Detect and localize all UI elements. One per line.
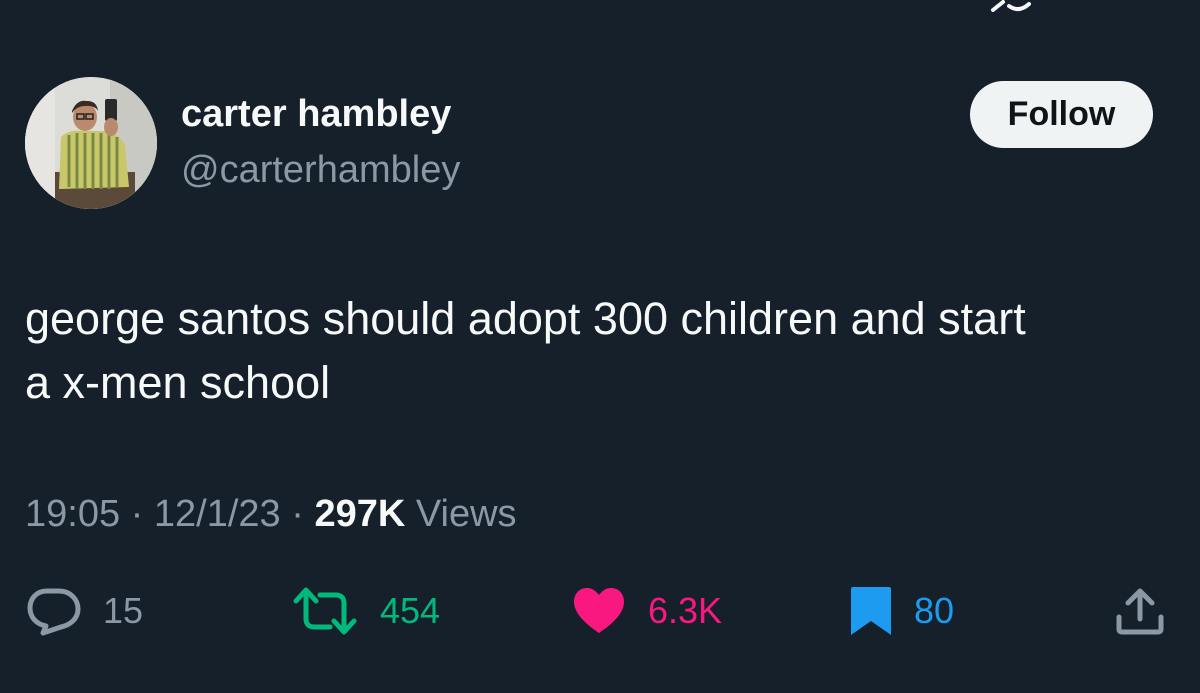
tweet-date[interactable]: 12/1/23 bbox=[154, 493, 281, 535]
author-name[interactable]: carter hambley bbox=[181, 93, 451, 136]
tweet-meta: 19:05 · 12/1/23 · 297K Views bbox=[25, 493, 517, 536]
tweet-time[interactable]: 19:05 bbox=[25, 493, 120, 535]
share-button[interactable] bbox=[1113, 586, 1167, 641]
like-button[interactable]: 6.3K bbox=[570, 585, 722, 637]
reply-button[interactable]: 15 bbox=[25, 585, 143, 637]
top-edge-fragment-icon bbox=[991, 0, 1031, 12]
author-handle[interactable]: @carterhambley bbox=[181, 149, 460, 192]
retweet-button[interactable]: 454 bbox=[290, 585, 440, 637]
retweet-count: 454 bbox=[380, 590, 441, 631]
tweet-detail-view: carter hambley @carterhambley Follow geo… bbox=[0, 0, 1200, 693]
like-count: 6.3K bbox=[648, 590, 723, 631]
meta-separator: · bbox=[130, 493, 144, 535]
views-label[interactable]: Views bbox=[416, 493, 517, 535]
reply-count: 15 bbox=[103, 590, 144, 631]
bookmark-count: 80 bbox=[914, 590, 955, 631]
heart-icon bbox=[574, 588, 624, 633]
views-count[interactable]: 297K bbox=[314, 493, 405, 535]
meta-separator: · bbox=[291, 493, 304, 535]
reply-icon bbox=[27, 588, 81, 636]
retweet-icon bbox=[293, 587, 357, 635]
tweet-text-line-1: george santos should adopt 300 children … bbox=[25, 293, 1026, 344]
share-icon bbox=[1116, 588, 1164, 635]
tweet-text-line-2: a x-men school bbox=[25, 357, 331, 408]
bookmark-icon bbox=[851, 587, 891, 635]
avatar[interactable] bbox=[25, 77, 157, 209]
follow-button[interactable]: Follow bbox=[970, 81, 1153, 148]
tweet-text: george santos should adopt 300 children … bbox=[25, 287, 1175, 415]
avatar-photo-icon bbox=[25, 77, 157, 209]
bookmark-button[interactable]: 80 bbox=[848, 585, 954, 637]
